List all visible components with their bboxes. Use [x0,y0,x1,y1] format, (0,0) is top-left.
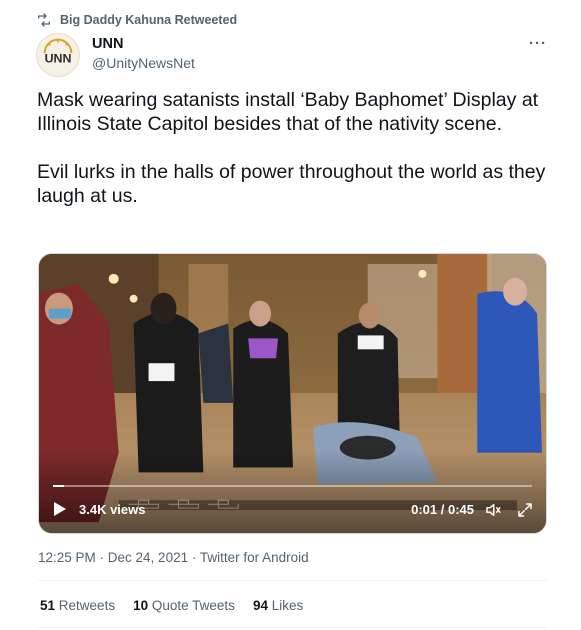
retweet-icon [38,13,50,27]
tweet-text: Mask wearing satanists install ‘Baby Bap… [37,88,547,208]
retweets-label: Retweets [58,598,116,613]
likes-stat[interactable]: 94 Likes [253,598,303,613]
retweets-count: 51 [40,598,56,613]
retweet-context[interactable]: Big Daddy Kahuna Retweeted [36,12,237,28]
divider [38,627,547,628]
svg-text:UNN: UNN [45,52,72,66]
unn-logo-icon: UNN [43,38,73,66]
likes-label: Likes [271,598,304,613]
tweet-timestamp[interactable]: 12:25 PM · Dec 24, 2021 · Twitter for An… [38,550,309,565]
likes-count: 94 [252,598,268,613]
video-views: 3.4K views [79,502,146,517]
retweet-label: Big Daddy Kahuna Retweeted [60,13,238,27]
video-progress-bar[interactable] [53,485,532,487]
video-progress-fill [53,485,64,487]
more-options-icon[interactable]: ··· [529,35,547,52]
video-player[interactable]: 3.4K views 0:01 / 0:45 [38,253,547,534]
fullscreen-icon[interactable] [516,501,534,519]
retweets-stat[interactable]: 51 Retweets [40,598,115,613]
tweet-header: UNN UNN @UnityNewsNet ··· [36,33,549,77]
tweet-paragraph: Mask wearing satanists install ‘Baby Bap… [37,89,539,135]
engagement-stats: 51 Retweets 10 Quote Tweets 94 Likes [40,598,303,613]
author-name[interactable]: UNN [92,36,123,52]
quotes-label: Quote Tweets [151,598,235,613]
divider [38,580,547,581]
author-handle[interactable]: @UnityNewsNet [92,55,195,71]
play-icon[interactable] [53,501,67,517]
quotes-count: 10 [133,598,149,613]
quote-tweets-stat[interactable]: 10 Quote Tweets [133,598,235,613]
volume-icon[interactable] [484,501,502,519]
tweet-paragraph: Evil lurks in the halls of power through… [37,161,546,207]
video-controls: 3.4K views 0:01 / 0:45 [39,489,546,533]
video-timecode: 0:01 / 0:45 [411,502,474,517]
avatar[interactable]: UNN [36,33,80,77]
